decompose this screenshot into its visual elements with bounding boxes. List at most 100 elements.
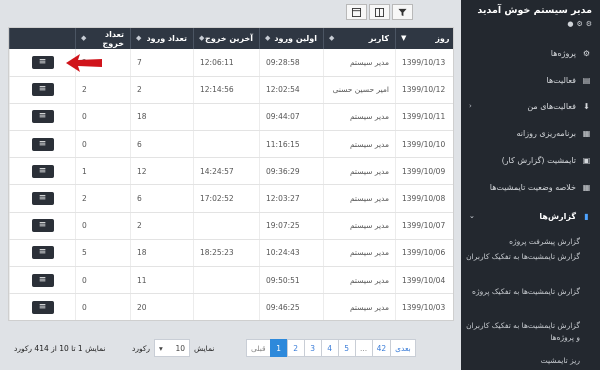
cell-user: مدیر سیستم (323, 212, 396, 240)
cell-actions: ≡ (9, 103, 76, 132)
col-header-user[interactable]: کاربر ◆ (323, 28, 396, 49)
row-menu-button[interactable]: ≡ (31, 83, 54, 97)
cell-actions: ≡ (9, 212, 76, 240)
sidebar-subitem[interactable]: گزارش تایمشیت‌ها به تفکیک پروژه (461, 286, 600, 298)
row-menu-button[interactable]: ≡ (31, 164, 54, 178)
cell-day: 1399/10/11 (395, 103, 453, 132)
page-button[interactable]: 4 (320, 339, 339, 357)
menu-icon: ≡ (38, 138, 47, 149)
row-menu-button[interactable]: ≡ (31, 55, 54, 69)
sidebar-item[interactable]: ▦ خلاصه وضعیت تایمشیت‌ها (461, 174, 600, 200)
cell-login-count: 7 (130, 49, 194, 77)
cell-login-count: 18 (130, 103, 194, 132)
next-page-button[interactable]: بعدی (390, 339, 416, 357)
menu-icon: ≡ (38, 274, 47, 285)
prev-page-button[interactable]: قبلی (246, 339, 271, 357)
table-row: 1399/10/09 مدیر سیستم 09:36:29 14:24:57 12 1 ≡ (9, 157, 453, 186)
cell-last-exit (193, 293, 260, 320)
row-menu-button[interactable]: ≡ (31, 137, 54, 151)
cell-actions: ≡ (9, 157, 76, 186)
cell-exit-count: 0 (75, 212, 131, 240)
page-button[interactable]: 5 (337, 339, 356, 357)
cell-user: مدیر سیستم (323, 130, 396, 159)
cell-user: مدیر سیستم (323, 239, 396, 268)
cell-first-login: 11:16:15 (259, 130, 324, 159)
grid-button[interactable] (369, 4, 390, 20)
cell-login-count: 20 (130, 293, 194, 320)
sidebar-item[interactable]: ▮ گزارش‌ها ⌄ (461, 203, 600, 229)
cell-login-count: 11 (130, 266, 194, 295)
col-header-exit-count[interactable]: تعداد خروج ◆ (75, 28, 131, 49)
page-button[interactable]: 1 (269, 339, 288, 357)
menu-icon: ≡ (38, 193, 47, 204)
page-button[interactable]: 2 (286, 339, 305, 357)
gear-icon[interactable]: ⚙ (576, 20, 582, 28)
row-menu-button[interactable]: ≡ (31, 273, 54, 287)
col-header-login-count[interactable]: تعداد ورود ◆ (130, 28, 194, 49)
page-size-select[interactable]: ▾ 10 (154, 339, 191, 357)
cell-actions: ≡ (9, 293, 76, 320)
row-menu-button[interactable]: ≡ (31, 192, 54, 206)
chevron-down-icon: ▾ (159, 343, 163, 353)
menu-icon: ≡ (38, 56, 47, 67)
row-menu-button[interactable]: ≡ (31, 219, 54, 233)
cell-day: 1399/10/04 (395, 266, 453, 295)
table-icon: ▦ (582, 182, 591, 192)
row-menu-button[interactable]: ≡ (31, 246, 54, 260)
user-icon[interactable]: ● (567, 20, 573, 28)
sidebar-item[interactable]: ▤ فعالیت‌ها (461, 67, 600, 93)
col-header-last-exit[interactable]: آخرین خروج ◆ (193, 28, 260, 49)
cell-exit-count: 0 (75, 103, 131, 132)
cell-first-login: 09:50:51 (259, 266, 324, 295)
records-info: نمایش 1 تا 10 از 414 رکورد (14, 344, 106, 353)
table-row: 1399/10/07 مدیر سیستم 19:07:25 2 0 ≡ (9, 212, 453, 240)
grid-icon (375, 7, 384, 17)
pagination: قبلی 1 2 3 4 5... 42 بعدی (246, 339, 416, 357)
menu-icon: ≡ (38, 111, 47, 122)
cell-login-count: 6 (130, 130, 194, 159)
sidebar-subitem[interactable]: ریز تایمشیت (461, 355, 600, 367)
menu-icon: ≡ (38, 220, 47, 231)
cell-day: 1399/10/13 (395, 49, 453, 77)
page-button[interactable]: 42 (371, 339, 392, 357)
sidebar-user-icons: ⚙ ⚙ ● (567, 20, 592, 28)
cell-first-login: 12:02:54 (259, 76, 324, 104)
sort-icon: ◆ (136, 34, 142, 42)
sidebar-item[interactable]: ⬇ فعالیت‌های من ‹ (461, 93, 600, 119)
gear-icon[interactable]: ⚙ (586, 20, 592, 28)
cell-first-login: 19:07:25 (259, 212, 324, 240)
filter-button[interactable] (392, 4, 413, 20)
col-header-day[interactable]: روز ▼ (395, 28, 453, 49)
cell-login-count: 18 (130, 239, 194, 268)
row-menu-button[interactable]: ≡ (31, 110, 54, 124)
sidebar: مدیر سیستم خوش آمدید ⚙ ⚙ ● ⚙ پروژه‌ها ▤ فعا… (461, 0, 600, 370)
sidebar-title: مدیر سیستم خوش آمدید (477, 5, 592, 16)
cell-first-login: 09:46:25 (259, 293, 324, 320)
sidebar-subitem[interactable]: گزارش تایمشیت‌ها به تفکیک کاربران (461, 251, 600, 263)
cell-last-exit: 12:06:11 (193, 49, 260, 77)
cell-last-exit: 17:02:52 (193, 184, 260, 213)
page-button[interactable]: ... (354, 339, 373, 357)
cell-user: مدیر سیستم (323, 103, 396, 132)
sidebar-item[interactable]: ▣ تایمشیت (گزارش کار) (461, 147, 600, 173)
projects-icon: ⚙ (582, 48, 591, 58)
cell-user: مدیر سیستم (323, 49, 396, 77)
sidebar-subitem[interactable]: گزارش تایمشیت‌ها به تفکیک کاربران و پروژ… (461, 320, 600, 344)
table-row: 1399/10/08 مدیر سیستم 12:03:27 17:02:52 6 2 ≡ (9, 184, 453, 213)
page-size-label-after: رکورد (132, 343, 151, 353)
sidebar-item-label: فعالیت‌ها (546, 75, 576, 85)
cell-first-login: 12:03:27 (259, 184, 324, 213)
sidebar-item[interactable]: ▦ برنامه‌ریزی روزانه (461, 120, 600, 146)
sidebar-item-label: تایمشیت (گزارش کار) (501, 155, 576, 165)
sidebar-item[interactable]: ⚙ پروژه‌ها (461, 40, 600, 66)
columns-button[interactable] (346, 4, 367, 20)
cell-user: مدیر سیستم (323, 157, 396, 186)
cell-user: مدیر سیستم (323, 266, 396, 295)
row-menu-button[interactable]: ≡ (31, 300, 54, 314)
page-button[interactable]: 3 (303, 339, 322, 357)
cell-last-exit: 14:24:57 (193, 157, 260, 186)
calendar-grid-icon: ▦ (582, 128, 591, 138)
cell-last-exit: 18:25:23 (193, 239, 260, 268)
col-header-first-login[interactable]: اولین ورود ◆ (259, 28, 324, 49)
sidebar-subitem[interactable]: گزارش پیشرفت پروژه (461, 236, 600, 248)
